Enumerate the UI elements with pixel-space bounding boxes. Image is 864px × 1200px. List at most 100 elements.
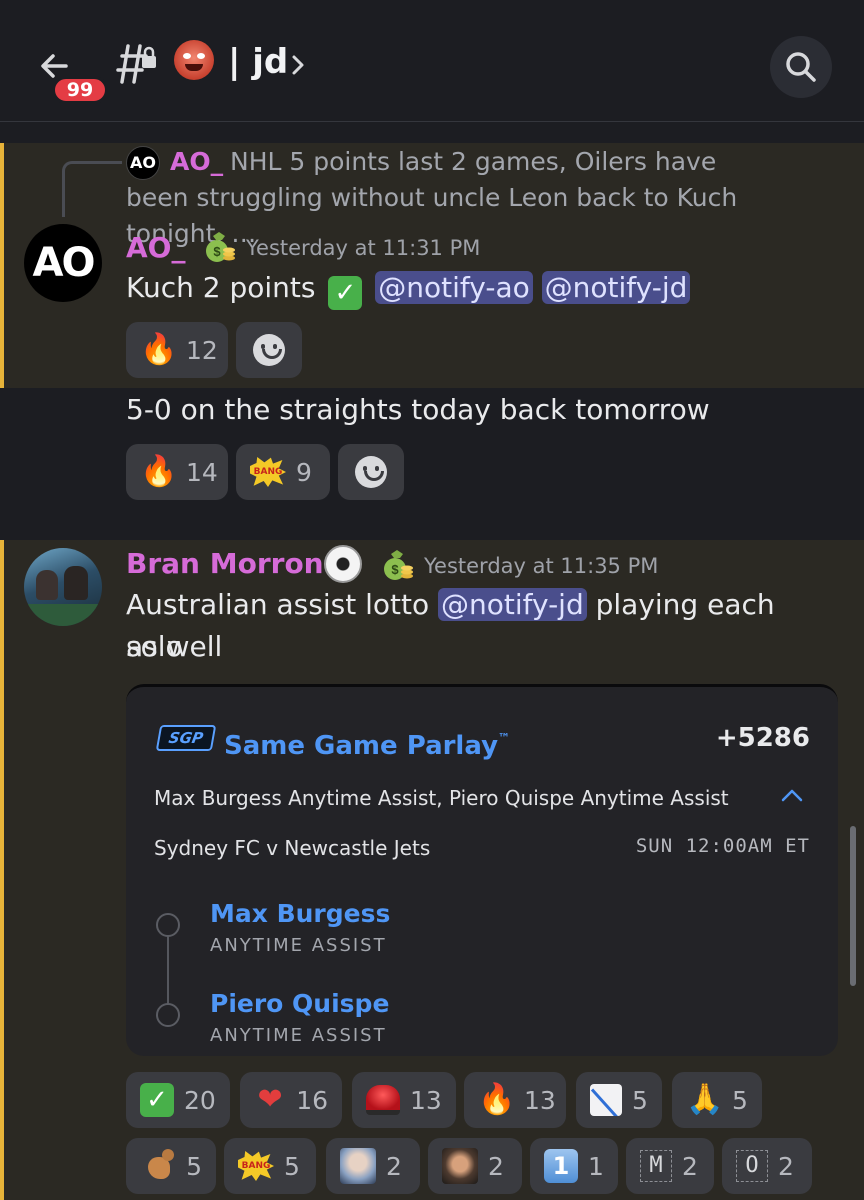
leg-market: ANYTIME ASSIST bbox=[210, 935, 387, 956]
avatar[interactable]: AO bbox=[24, 224, 102, 302]
check-mark-icon: ✓ bbox=[140, 1083, 174, 1117]
reaction-letter-o[interactable]: O 2 bbox=[722, 1138, 812, 1194]
svg-text:$: $ bbox=[391, 562, 399, 577]
sgp-logo: SGP bbox=[155, 725, 217, 751]
reaction-fire[interactable]: 🔥 13 bbox=[464, 1072, 566, 1128]
keycap-one-icon: 1 bbox=[544, 1149, 578, 1183]
siren-icon bbox=[366, 1085, 400, 1115]
message-text: Kuch 2 points bbox=[126, 271, 316, 304]
svg-text:$: $ bbox=[213, 244, 221, 259]
mention-notify-jd[interactable]: @notify-jd bbox=[437, 588, 587, 621]
leg-marker bbox=[156, 1003, 180, 1027]
search-button[interactable] bbox=[770, 36, 832, 98]
sgp-title: Same Game Parlay™ bbox=[224, 731, 511, 761]
ogre-icon bbox=[174, 40, 214, 80]
message-timestamp: Yesterday at 11:31 PM bbox=[246, 236, 481, 260]
sgp-match: Sydney FC v Newcastle Jets bbox=[154, 836, 431, 860]
reaction-count: 2 bbox=[682, 1151, 698, 1181]
reaction-bang[interactable]: BANG 5 bbox=[224, 1138, 316, 1194]
reaction-count: 2 bbox=[778, 1151, 794, 1181]
message-author[interactable]: AO_ bbox=[126, 230, 185, 266]
chevron-right-icon[interactable] bbox=[290, 54, 306, 76]
reaction-kangaroo[interactable]: 5 bbox=[126, 1138, 216, 1194]
money-bag-icon: $ bbox=[384, 550, 413, 580]
face-photo-icon bbox=[340, 1148, 376, 1184]
reaction-count: 2 bbox=[488, 1151, 504, 1181]
add-reaction-icon bbox=[355, 456, 387, 488]
leg-market: ANYTIME ASSIST bbox=[210, 1025, 387, 1046]
letter-m-icon: M bbox=[640, 1150, 672, 1182]
money-bag-icon: $ bbox=[206, 232, 235, 262]
reaction-chart-down[interactable]: 5 bbox=[576, 1072, 662, 1128]
leg-player: Piero Quispe bbox=[210, 989, 390, 1018]
soccer-ball-icon bbox=[324, 545, 362, 583]
mention-notify-jd[interactable]: @notify-jd bbox=[541, 271, 691, 304]
reaction-siren[interactable]: 13 bbox=[352, 1072, 456, 1128]
channel-header: 99 | jd bbox=[0, 0, 864, 122]
avatar[interactable] bbox=[24, 548, 102, 626]
scrollbar[interactable] bbox=[850, 826, 856, 986]
reaction-count: 2 bbox=[386, 1151, 402, 1181]
reaction-letter-m[interactable]: M 2 bbox=[626, 1138, 714, 1194]
sgp-time: SUN 12:00AM ET bbox=[635, 835, 810, 857]
channel-name[interactable]: | jd bbox=[228, 40, 288, 84]
sgp-odds: +5286 bbox=[715, 723, 810, 753]
kangaroo-icon bbox=[140, 1149, 176, 1183]
leg-player: Max Burgess bbox=[210, 899, 391, 928]
reaction-count: 13 bbox=[524, 1085, 556, 1115]
reaction-count: 9 bbox=[296, 457, 312, 487]
reaction-count: 5 bbox=[284, 1151, 300, 1181]
reaction-count: 13 bbox=[410, 1085, 442, 1115]
reaction-count: 14 bbox=[186, 457, 218, 487]
reaction-pray[interactable]: 🙏 5 bbox=[672, 1072, 762, 1128]
reaction-check[interactable]: ✓ 20 bbox=[126, 1072, 230, 1128]
message-body[interactable]: Australian assist lotto @notify-jd playi… bbox=[126, 584, 826, 668]
mention-notify-ao[interactable]: @notify-ao bbox=[375, 271, 533, 304]
add-reaction-icon bbox=[253, 334, 285, 366]
message-timestamp: Yesterday at 11:35 PM bbox=[424, 554, 659, 578]
reply-avatar: AO bbox=[126, 146, 160, 180]
pray-icon: 🙏 bbox=[686, 1082, 724, 1117]
reaction-count: 20 bbox=[184, 1085, 216, 1115]
reaction-count: 5 bbox=[186, 1151, 202, 1181]
reaction-face-photo-2[interactable]: 2 bbox=[428, 1138, 522, 1194]
message-text: Australian assist lotto bbox=[126, 588, 430, 621]
leg-marker bbox=[156, 913, 180, 937]
reaction-count: 16 bbox=[296, 1085, 328, 1115]
reaction-bang[interactable]: BANG 9 bbox=[236, 444, 330, 500]
locked-channel-icon bbox=[116, 44, 156, 84]
reply-author[interactable]: AO_ bbox=[170, 144, 223, 180]
add-reaction-button[interactable] bbox=[338, 444, 404, 500]
reaction-fire[interactable]: 🔥 14 bbox=[126, 444, 228, 500]
bang-icon: BANG bbox=[250, 457, 286, 487]
heart-icon: ❤ bbox=[257, 1082, 283, 1117]
chevron-up-icon[interactable] bbox=[780, 787, 804, 803]
reaction-count: 5 bbox=[732, 1085, 748, 1115]
letter-o-icon: O bbox=[736, 1150, 768, 1182]
reaction-count: 5 bbox=[632, 1085, 648, 1115]
legs-connector bbox=[167, 925, 169, 1013]
reaction-fire[interactable]: 🔥 12 bbox=[126, 322, 228, 378]
sgp-embed-card[interactable]: SGP Same Game Parlay™ +5286 Max Burgess … bbox=[126, 684, 838, 1056]
fire-icon: 🔥 bbox=[140, 454, 178, 489]
reaction-count: 1 bbox=[588, 1151, 604, 1181]
reaction-heart[interactable]: ❤ 16 bbox=[240, 1072, 342, 1128]
reply-connector bbox=[62, 161, 122, 217]
add-reaction-button[interactable] bbox=[236, 322, 302, 378]
search-icon bbox=[786, 52, 816, 82]
reaction-face-photo[interactable]: 2 bbox=[326, 1138, 420, 1194]
message-text-line2: as well bbox=[126, 630, 223, 663]
message-body[interactable]: Kuch 2 points ✓ @notify-ao @notify-jd bbox=[126, 267, 691, 310]
reaction-count: 12 bbox=[186, 335, 218, 365]
check-mark-icon: ✓ bbox=[328, 276, 363, 310]
message-author[interactable]: Bran Morrone bbox=[126, 546, 343, 582]
bang-icon: BANG bbox=[238, 1151, 274, 1181]
fire-icon: 🔥 bbox=[478, 1082, 516, 1117]
unread-badge: 99 bbox=[52, 76, 108, 104]
fire-icon: 🔥 bbox=[140, 332, 178, 367]
message-text[interactable]: 5-0 on the straights today back tomorrow bbox=[126, 389, 710, 431]
face-photo-2-icon bbox=[442, 1148, 478, 1184]
sgp-legs-summary: Max Burgess Anytime Assist, Piero Quispe… bbox=[154, 786, 729, 810]
reaction-keycap-one[interactable]: 1 1 bbox=[530, 1138, 618, 1194]
chart-down-icon bbox=[590, 1084, 622, 1116]
